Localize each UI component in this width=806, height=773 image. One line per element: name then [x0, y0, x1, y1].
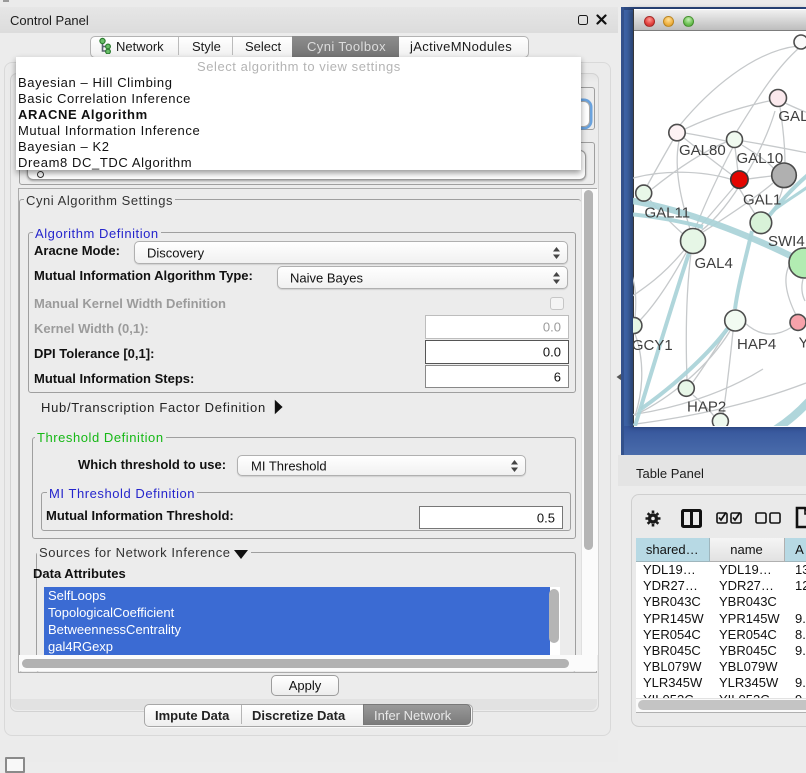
svg-text:GAL80: GAL80: [679, 142, 726, 159]
svg-text:GAL1: GAL1: [743, 192, 781, 209]
svg-text:SWI4: SWI4: [768, 233, 805, 250]
svg-text:GAL7: GAL7: [778, 108, 806, 125]
svg-text:YJ: YJ: [799, 335, 806, 352]
svg-text:GAL10: GAL10: [737, 150, 784, 167]
svg-text:GAL11: GAL11: [645, 205, 691, 222]
svg-text:GCY1: GCY1: [633, 337, 673, 354]
svg-text:HAP4: HAP4: [737, 336, 776, 353]
svg-text:HAP2: HAP2: [687, 399, 726, 416]
svg-text:GAL4: GAL4: [695, 255, 733, 272]
